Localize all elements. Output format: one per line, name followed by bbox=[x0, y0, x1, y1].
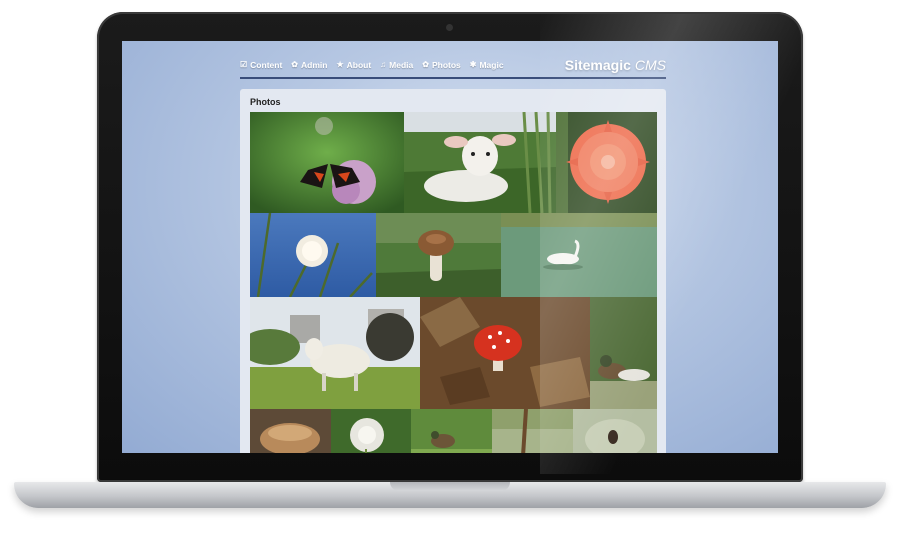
photo-ducks[interactable] bbox=[590, 297, 657, 409]
menu-item-label: Admin bbox=[300, 60, 328, 70]
menu-item-label: Content bbox=[250, 60, 283, 70]
photo-butterfly[interactable] bbox=[250, 112, 404, 213]
photo-stem[interactable] bbox=[492, 409, 573, 453]
flower-icon: ✿ bbox=[422, 60, 429, 69]
webcam-icon bbox=[446, 24, 453, 31]
photo-sheep[interactable] bbox=[250, 297, 420, 409]
menu-item-magic[interactable]: ✱ Magic bbox=[470, 60, 504, 70]
logo-suffix: CMS bbox=[634, 57, 666, 73]
menu-item-label: About bbox=[346, 60, 372, 70]
page-title: Photos bbox=[250, 97, 281, 107]
main-menu: ☑ Content ✿ Admin ★ About ♫ Media ✿ Phot… bbox=[240, 60, 504, 70]
menu-item-photos[interactable]: ✿ Photos bbox=[422, 60, 461, 70]
site-logo[interactable]: Sitemagic CMS bbox=[565, 57, 666, 73]
music-note-icon: ♫ bbox=[380, 60, 387, 69]
photo-bracket-fungus[interactable] bbox=[250, 409, 331, 453]
sparkle-icon: ✱ bbox=[469, 60, 477, 69]
laptop-screen: ☑ Content ✿ Admin ★ About ♫ Media ✿ Phot… bbox=[122, 41, 778, 453]
menu-item-label: Media bbox=[389, 60, 414, 70]
photo-duck-grass[interactable] bbox=[411, 409, 492, 453]
menu-item-about[interactable]: ★ About bbox=[336, 60, 371, 70]
photo-dandelion-clock[interactable] bbox=[331, 409, 411, 453]
checkbox-icon: ☑ bbox=[240, 60, 248, 69]
photo-fly-agaric[interactable] bbox=[420, 297, 590, 409]
photo-dahlia[interactable] bbox=[556, 112, 657, 213]
logo-brand: Sitemagic bbox=[564, 57, 631, 73]
top-navigation: ☑ Content ✿ Admin ★ About ♫ Media ✿ Phot… bbox=[240, 53, 666, 79]
menu-item-label: Photos bbox=[431, 60, 461, 70]
menu-item-label: Magic bbox=[479, 60, 504, 70]
gear-icon: ✿ bbox=[291, 60, 298, 69]
content-panel: Photos bbox=[240, 89, 666, 453]
laptop-notch bbox=[390, 482, 510, 491]
photo-mushroom[interactable] bbox=[376, 213, 501, 297]
photo-lamb[interactable] bbox=[404, 112, 556, 213]
photo-gallery bbox=[250, 112, 657, 453]
menu-item-admin[interactable]: ✿ Admin bbox=[291, 60, 327, 70]
star-icon: ★ bbox=[336, 60, 344, 69]
photo-swan[interactable] bbox=[501, 213, 657, 297]
photo-dandelion[interactable] bbox=[250, 213, 376, 297]
photo-beetle[interactable] bbox=[573, 409, 657, 453]
menu-item-content[interactable]: ☑ Content bbox=[240, 60, 282, 70]
menu-item-media[interactable]: ♫ Media bbox=[380, 60, 413, 70]
